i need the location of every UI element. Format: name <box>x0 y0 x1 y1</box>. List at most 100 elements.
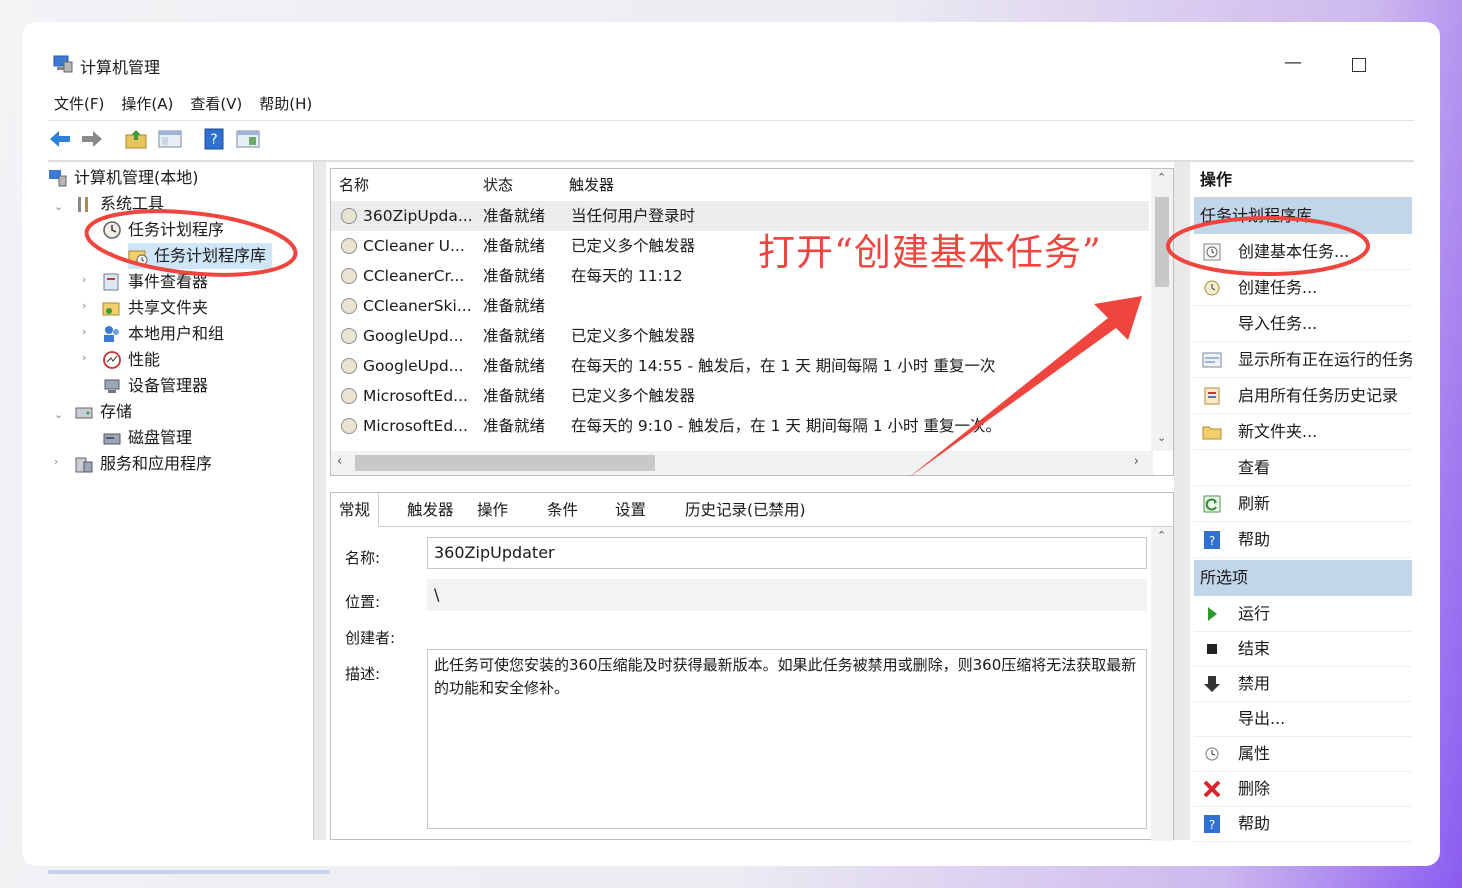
tab-settings[interactable]: 设置 <box>607 493 654 527</box>
scroll-up-icon[interactable]: ⌃ <box>1157 529 1166 542</box>
tab-history[interactable]: 历史记录(已禁用) <box>677 493 814 527</box>
menu-file[interactable]: 文件(F) <box>48 92 115 118</box>
table-row[interactable]: GoogleUpd... 准备就绪 已定义多个触发器 <box>331 321 1149 351</box>
detail-vertical-scrollbar[interactable]: ⌃ <box>1151 527 1173 841</box>
table-row[interactable]: CCleanerSki... 准备就绪 <box>331 291 1149 321</box>
pane-splitter[interactable] <box>314 162 326 840</box>
svg-text:?: ? <box>1209 534 1215 548</box>
action-label: 刷新 <box>1238 494 1271 513</box>
tree-label: 事件查看器 <box>128 272 209 291</box>
collapse-arrow-icon[interactable]: › <box>82 325 86 338</box>
menu-action[interactable]: 操作(A) <box>115 92 184 118</box>
action-import-task[interactable]: 导入任务... <box>1194 306 1412 342</box>
task-status: 准备就绪 <box>483 357 546 375</box>
scroll-up-icon[interactable]: ⌃ <box>1157 171 1166 184</box>
scroll-right-icon[interactable]: › <box>1134 454 1139 469</box>
tree-item-event-viewer[interactable]: 事件查看器 <box>102 269 208 295</box>
task-trigger: 在每天的 11:12 <box>571 267 683 285</box>
minimize-button[interactable]: — <box>1282 52 1304 74</box>
author-label: 创建者: <box>345 629 396 647</box>
action-help[interactable]: ? 帮助 <box>1194 522 1412 558</box>
collapse-arrow-icon[interactable]: › <box>54 455 58 468</box>
collapse-arrow-icon[interactable]: › <box>82 351 86 364</box>
column-header-name[interactable]: 名称 <box>339 169 369 201</box>
collapse-arrow-icon[interactable]: › <box>82 299 86 312</box>
action-new-folder[interactable]: 新文件夹... <box>1194 414 1412 450</box>
table-row[interactable]: MicrosoftEd... 准备就绪 在每天的 9:10 - 触发后，在 1 天 … <box>331 411 1149 441</box>
expand-arrow-icon[interactable]: ⌄ <box>54 408 63 421</box>
action-create-task[interactable]: 创建任务... <box>1194 270 1412 306</box>
tree-item-performance[interactable]: 性能 <box>102 347 160 373</box>
task-trigger: 当任何用户登录时 <box>571 207 696 225</box>
action-export[interactable]: 导出... <box>1194 701 1412 737</box>
task-icon <box>341 268 357 284</box>
action-view[interactable]: 查看 <box>1194 450 1412 486</box>
collapse-arrow-icon[interactable]: › <box>82 273 86 286</box>
table-row[interactable]: MicrosoftEd... 准备就绪 已定义多个触发器 <box>331 381 1149 411</box>
section-selected-item[interactable]: 所选项 <box>1194 560 1412 596</box>
action-disable[interactable]: 禁用 <box>1194 666 1412 702</box>
section-task-library[interactable]: 任务计划程序库 <box>1194 198 1412 234</box>
action-label: 查看 <box>1238 458 1271 477</box>
show-hide-tree-icon[interactable] <box>158 128 182 150</box>
tree-item-disk-management[interactable]: 磁盘管理 <box>102 425 192 451</box>
action-run[interactable]: 运行 <box>1194 596 1412 632</box>
tree-root[interactable]: 计算机管理(本地) <box>48 165 199 191</box>
task-status: 准备就绪 <box>483 207 546 225</box>
scroll-left-icon[interactable]: ‹ <box>337 454 342 469</box>
name-field[interactable]: 360ZipUpdater <box>427 537 1147 569</box>
action-create-basic-task[interactable]: 创建基本任务... <box>1194 234 1412 270</box>
tab-triggers[interactable]: 触发器 <box>399 493 462 527</box>
menu-view[interactable]: 查看(V) <box>184 92 253 118</box>
collapse-arrow-icon[interactable]: › <box>110 247 114 260</box>
description-field[interactable]: 此任务可使您安装的360压缩能及时获得最新版本。如果此任务被禁用或删除，则360… <box>427 649 1147 829</box>
up-folder-icon[interactable] <box>124 128 148 150</box>
computer-management-icon <box>53 55 73 73</box>
tab-actions[interactable]: 操作 <box>469 493 516 527</box>
tab-conditions[interactable]: 条件 <box>539 493 586 527</box>
expand-arrow-icon[interactable]: ⌄ <box>82 226 91 239</box>
tree-item-task-scheduler-library[interactable]: 任务计划程序库 <box>128 243 273 269</box>
task-trigger: 在每天的 9:10 - 触发后，在 1 天 期间每隔 1 小时 重复一次。 <box>571 417 1001 435</box>
window-title: 计算机管理 <box>80 58 161 77</box>
tree-item-task-scheduler[interactable]: 任务计划程序 <box>102 217 224 243</box>
tab-general[interactable]: 常规 <box>331 493 380 527</box>
task-icon <box>341 298 357 314</box>
action-show-running[interactable]: 显示所有正在运行的任务 <box>1194 342 1412 378</box>
tree-item-device-manager[interactable]: 设备管理器 <box>102 373 208 399</box>
refresh-icon <box>1203 495 1221 513</box>
maximize-button[interactable] <box>1352 58 1366 72</box>
expand-arrow-icon[interactable]: ⌄ <box>54 200 63 213</box>
scrollbar-thumb[interactable] <box>355 455 655 471</box>
console-pane-icon[interactable] <box>236 128 260 150</box>
action-help-selected[interactable]: ? 帮助 <box>1194 806 1412 842</box>
help-icon[interactable]: ? <box>202 128 226 150</box>
action-end[interactable]: 结束 <box>1194 631 1412 667</box>
menu-help[interactable]: 帮助(H) <box>253 92 323 118</box>
forward-arrow-icon[interactable] <box>80 128 104 150</box>
action-properties[interactable]: 属性 <box>1194 736 1412 772</box>
column-header-status[interactable]: 状态 <box>483 169 513 201</box>
svg-text:?: ? <box>210 132 217 148</box>
list-horizontal-scrollbar[interactable]: ‹ › <box>331 451 1153 475</box>
action-label: 属性 <box>1238 744 1271 763</box>
tree-item-shared-folders[interactable]: 共享文件夹 <box>102 295 208 321</box>
list-vertical-scrollbar[interactable]: ⌃ ⌄ <box>1151 169 1173 451</box>
column-header-trigger[interactable]: 触发器 <box>569 169 614 201</box>
scrollbar-thumb[interactable] <box>1155 197 1169 287</box>
tree-item-storage[interactable]: 存储 <box>74 399 132 425</box>
bottom-accent-line <box>48 870 330 874</box>
tree-item-local-users[interactable]: 本地用户和组 <box>102 321 224 347</box>
action-delete[interactable]: 删除 <box>1194 771 1412 807</box>
back-arrow-icon[interactable] <box>48 128 72 150</box>
location-field[interactable]: \ <box>427 579 1147 611</box>
scroll-down-icon[interactable]: ⌄ <box>1157 431 1166 444</box>
pane-splitter[interactable] <box>1174 162 1190 840</box>
action-enable-history[interactable]: 启用所有任务历史记录 <box>1194 378 1412 414</box>
action-refresh[interactable]: 刷新 <box>1194 486 1412 522</box>
table-row[interactable]: GoogleUpd... 准备就绪 在每天的 14:55 - 触发后，在 1 天 期… <box>331 351 1149 381</box>
tree-item-services-apps[interactable]: 服务和应用程序 <box>74 451 212 477</box>
svg-text:?: ? <box>1209 818 1215 832</box>
tree-item-system-tools[interactable]: 系统工具 <box>74 191 164 217</box>
event-viewer-icon <box>103 273 119 290</box>
